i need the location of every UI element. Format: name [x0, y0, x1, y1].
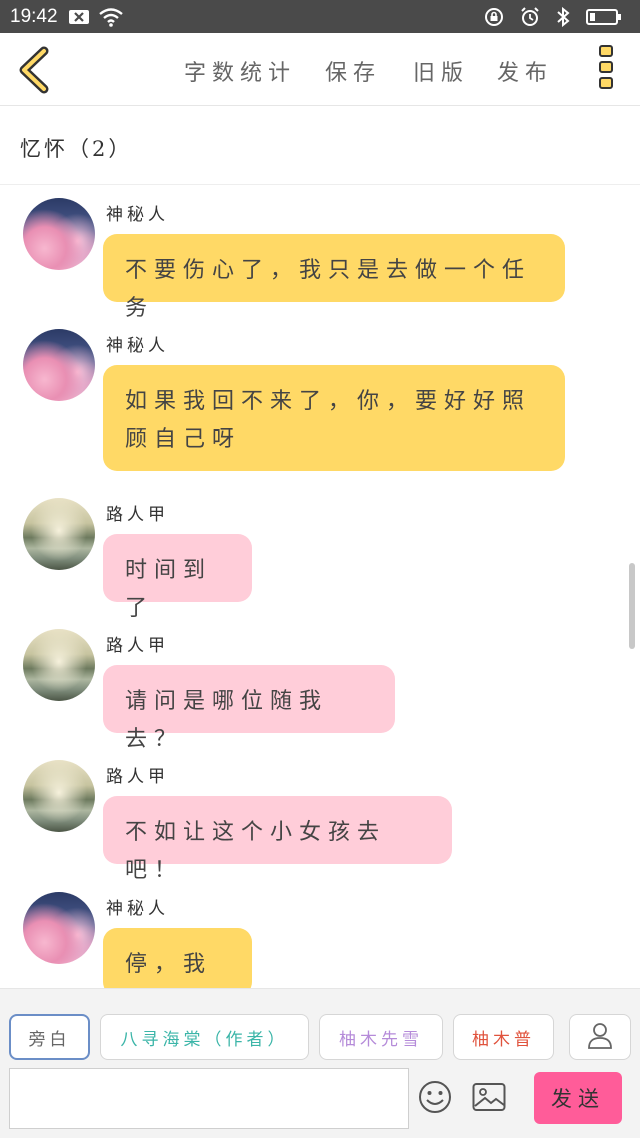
back-button[interactable]	[14, 45, 54, 95]
role-chip-youmu-pu[interactable]: 柚木普	[453, 1014, 554, 1060]
status-time: 19:42	[10, 5, 58, 27]
image-icon	[472, 1082, 506, 1116]
role-chip-author[interactable]: 八寻海棠（作者）	[100, 1014, 309, 1060]
old-version-button[interactable]: 旧版	[413, 55, 469, 87]
sender-name: 神秘人	[106, 899, 169, 919]
avatar[interactable]	[23, 198, 95, 270]
word-count-button[interactable]: 字数统计	[184, 55, 296, 87]
role-chip-narrator[interactable]: 旁白	[9, 1014, 90, 1060]
role-chip-label: 柚木普	[472, 1029, 535, 1050]
more-menu-button[interactable]	[596, 45, 616, 95]
avatar[interactable]	[23, 629, 95, 701]
bluetooth-icon	[556, 6, 570, 27]
close-box-icon	[68, 8, 90, 26]
status-bar: 19:42	[0, 0, 640, 33]
emoji-icon	[418, 1080, 452, 1118]
role-chip-label: 柚木先雪	[339, 1029, 423, 1050]
role-manage-button[interactable]	[569, 1014, 631, 1060]
message-bubble[interactable]: 如果我回不来了，你，要好好照顾自己呀	[103, 365, 565, 471]
sender-name: 神秘人	[106, 336, 169, 356]
sender-name: 路人甲	[106, 505, 169, 525]
more-vertical-icon	[596, 45, 616, 89]
scrollbar-thumb[interactable]	[629, 563, 635, 649]
image-button[interactable]	[471, 1081, 507, 1117]
message-bubble[interactable]: 时间到了	[103, 534, 252, 621]
alarm-icon	[520, 6, 540, 27]
status-right-icons	[484, 6, 630, 27]
avatar[interactable]	[23, 498, 95, 570]
role-chip-label: 八寻海棠（作者）	[120, 1029, 289, 1050]
sender-name: 神秘人	[106, 205, 169, 225]
message-bubble[interactable]: 请问是哪位随我去？	[103, 665, 395, 752]
top-toolbar: 字数统计 保存 旧版 发布	[0, 33, 640, 106]
message-bubble[interactable]: 不要伤心了，我只是去做一个任务	[103, 234, 565, 321]
sender-name: 路人甲	[106, 636, 169, 656]
message-bubble[interactable]: 不如让这个小女孩去吧！	[103, 796, 452, 883]
chapter-title-row: 忆怀（2）	[0, 107, 640, 185]
avatar[interactable]	[23, 760, 95, 832]
lock-rotation-icon	[484, 7, 504, 27]
role-chip-label: 旁白	[28, 1029, 71, 1050]
save-button[interactable]: 保存	[325, 55, 381, 87]
sender-name: 路人甲	[106, 767, 169, 787]
composer-panel: 旁白 八寻海棠（作者） 柚木先雪 柚木普 发送	[0, 988, 640, 1138]
user-icon	[587, 1021, 613, 1053]
emoji-button[interactable]	[417, 1081, 453, 1117]
chevron-left-icon	[14, 46, 54, 99]
chat-list[interactable]: 神秘人 不要伤心了，我只是去做一个任务 神秘人 如果我回不来了，你，要好好照顾自…	[0, 186, 640, 988]
avatar[interactable]	[23, 329, 95, 401]
publish-button[interactable]: 发布	[497, 55, 553, 87]
avatar[interactable]	[23, 892, 95, 964]
send-button[interactable]: 发送	[534, 1072, 622, 1124]
chapter-title: 忆怀（2）	[20, 137, 133, 161]
message-bubble[interactable]: 停，我去	[103, 928, 252, 988]
wifi-icon	[98, 7, 124, 27]
battery-icon	[586, 8, 622, 26]
message-input[interactable]	[9, 1068, 409, 1129]
role-chip-youmu-xianxue[interactable]: 柚木先雪	[319, 1014, 443, 1060]
